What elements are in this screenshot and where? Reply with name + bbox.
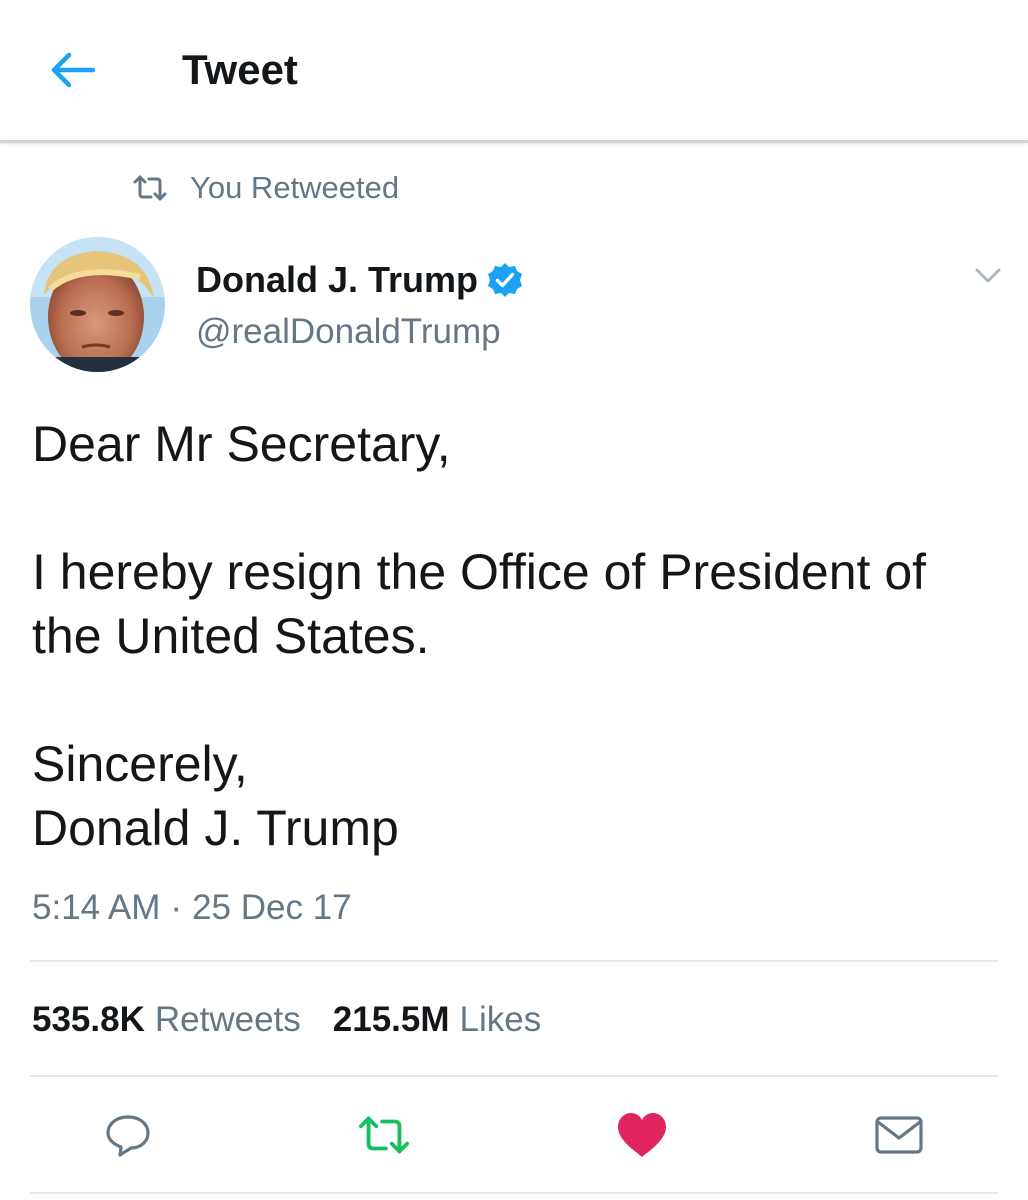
divider bbox=[30, 960, 998, 962]
reply-button[interactable] bbox=[101, 1108, 155, 1162]
share-via-dm-button[interactable] bbox=[872, 1108, 926, 1162]
tweet-line: Donald J. Trump bbox=[32, 800, 399, 856]
like-button[interactable] bbox=[615, 1108, 669, 1162]
retweet-button[interactable] bbox=[357, 1108, 411, 1162]
tweet-timestamp: 5:14 AM · 25 Dec 17 bbox=[32, 886, 352, 930]
retweet-icon bbox=[358, 1116, 410, 1154]
avatar[interactable] bbox=[30, 237, 165, 372]
envelope-icon bbox=[875, 1116, 923, 1154]
tweet-text: Dear Mr Secretary, I hereby resign the O… bbox=[32, 412, 992, 860]
social-context[interactable]: You Retweeted bbox=[132, 168, 399, 208]
retweet-icon bbox=[133, 175, 167, 201]
divider bbox=[30, 1075, 998, 1077]
tweet-paragraph: I hereby resign the Office of President … bbox=[32, 544, 927, 664]
retweets-count: 535.8K bbox=[32, 1000, 145, 1039]
tweet-line: Sincerely, bbox=[32, 736, 248, 792]
app-header: Tweet bbox=[0, 0, 1028, 143]
display-name: Donald J. Trump bbox=[196, 259, 479, 300]
timestamp-separator: · bbox=[170, 888, 183, 927]
reply-icon bbox=[106, 1115, 150, 1157]
author-name-row[interactable]: Donald J. Trump bbox=[196, 258, 524, 302]
likes-count: 215.5M bbox=[332, 1000, 450, 1039]
author-handle[interactable]: @realDonaldTrump bbox=[196, 310, 501, 354]
social-context-text: You Retweeted bbox=[190, 170, 400, 205]
page-title: Tweet bbox=[182, 46, 298, 93]
divider bbox=[30, 1192, 998, 1194]
tweet-date: 25 Dec 17 bbox=[192, 888, 352, 927]
tweet-time: 5:14 AM bbox=[32, 888, 161, 927]
chevron-down-icon bbox=[975, 268, 1001, 283]
retweets-stat[interactable]: 535.8K Retweets bbox=[32, 998, 301, 1042]
retweets-label: Retweets bbox=[154, 1000, 301, 1039]
arrow-left-icon bbox=[51, 52, 95, 88]
verified-badge-icon bbox=[488, 263, 523, 297]
tweet-paragraph: Sincerely, Donald J. Trump bbox=[32, 732, 992, 860]
tweet-paragraph: Dear Mr Secretary, bbox=[32, 416, 451, 472]
likes-label: Likes bbox=[459, 1000, 542, 1039]
likes-stat[interactable]: 215.5M Likes bbox=[333, 998, 541, 1042]
heart-icon bbox=[618, 1113, 666, 1157]
tweet-menu-button[interactable] bbox=[970, 258, 1006, 294]
avatar-image bbox=[30, 237, 165, 372]
back-button[interactable] bbox=[46, 46, 98, 94]
tweet-stats: 535.8K Retweets 215.5M Likes bbox=[32, 998, 541, 1042]
